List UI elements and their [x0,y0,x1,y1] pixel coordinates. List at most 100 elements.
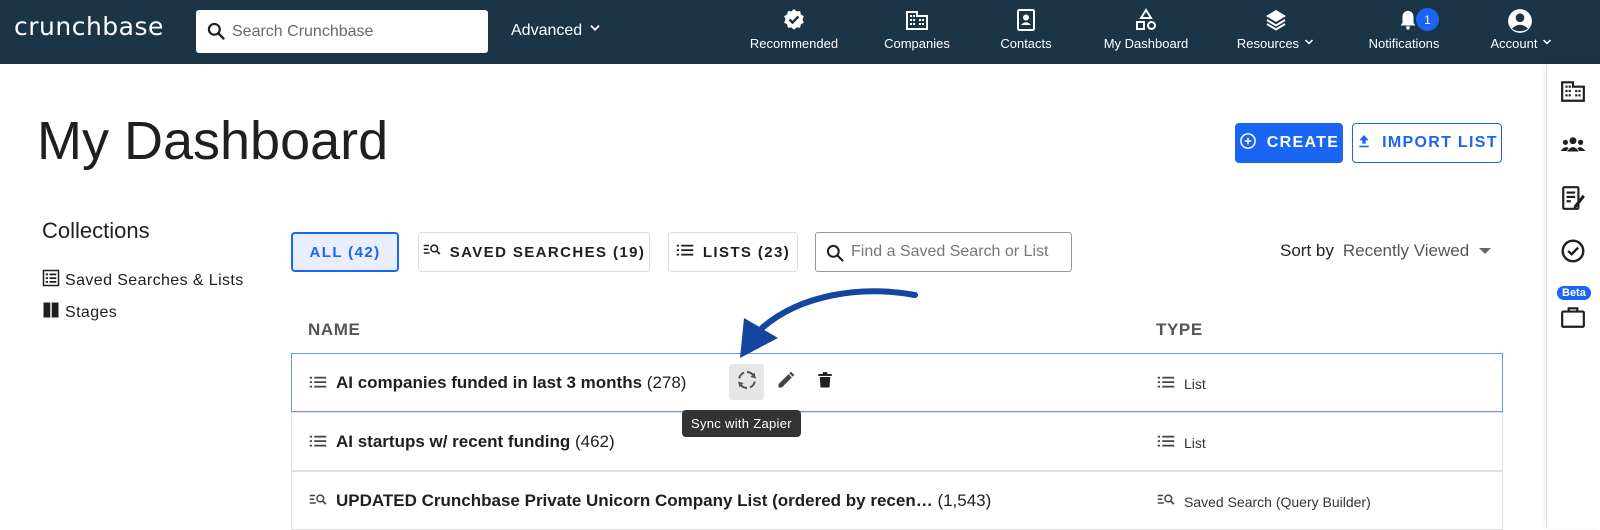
sync-zapier-tooltip: Sync with Zapier [682,410,801,437]
create-button[interactable]: CREATE [1235,123,1343,163]
check-circle-icon[interactable] [1560,238,1586,269]
global-search-input[interactable] [232,10,482,53]
people-group-icon[interactable] [1560,132,1586,163]
annotation-arrow [740,288,918,358]
nav-recommended[interactable]: Recommended [742,0,846,64]
list-icon [1157,434,1175,451]
nav-account-label: Account [1490,36,1538,51]
saved-search-icon [423,243,441,261]
crunchbase-logo[interactable]: crunchbase [14,12,164,41]
import-list-label: IMPORT LIST [1382,134,1498,151]
table-row[interactable]: UPDATED Crunchbase Private Unicorn Compa… [291,471,1503,530]
find-saved-search-field[interactable] [815,232,1072,272]
nav-contacts[interactable]: Contacts [990,0,1062,64]
nav-resources[interactable]: Resources [1228,0,1324,64]
filter-all[interactable]: ALL (42) [291,232,399,272]
sync-zapier-button[interactable] [729,364,764,400]
edit-note-icon[interactable] [1560,185,1586,216]
column-header-name[interactable]: NAME [308,320,360,340]
sort-by-control[interactable]: Sort by Recently Viewed [1280,241,1492,261]
sidebar-item-label: Saved Searches & Lists [65,271,244,289]
filter-lists[interactable]: LISTS (23) [668,232,798,272]
row-type-label: List [1184,375,1206,392]
right-rail: Beta [1546,64,1600,528]
row-count: (278) [646,373,687,392]
row-name[interactable]: AI startups w/ recent funding (462) [336,432,615,452]
nav-companies[interactable]: Companies [872,0,962,64]
nav-notifications-label: Notifications [1368,36,1440,51]
filter-saved-searches[interactable]: SAVED SEARCHES (19) [418,232,650,272]
nav-account[interactable]: Account [1480,0,1564,64]
row-count: (1,543) [937,491,992,510]
row-type-label: Saved Search (Query Builder) [1184,493,1371,510]
sort-by-label: Sort by [1280,241,1334,260]
nav-companies-label: Companies [884,36,950,51]
add-circle-icon [1239,132,1257,155]
nav-resources-label: Resources [1236,36,1300,51]
column-header-type[interactable]: TYPE [1156,320,1203,340]
beta-badge: Beta [1557,286,1591,300]
row-type-label: List [1184,434,1206,451]
building-icon[interactable] [1560,78,1586,109]
saved-search-icon [1157,493,1175,510]
sidebar-item-saved-searches-lists[interactable]: Saved Searches & Lists [42,269,244,292]
page-title: My Dashboard [37,111,389,171]
edit-button[interactable] [768,364,803,400]
row-actions [729,364,842,400]
list-icon [1157,375,1175,392]
delete-button[interactable] [807,364,842,400]
nav-recommended-label: Recommended [749,36,839,51]
nav-notifications[interactable]: 1 Notifications [1360,0,1448,64]
chevron-down-icon [1303,36,1315,51]
contact-card-icon [1014,8,1038,35]
nav-my-dashboard[interactable]: My Dashboard [1096,0,1196,64]
row-name[interactable]: AI companies funded in last 3 months (27… [336,373,686,393]
row-type: List [1157,434,1206,451]
import-list-button[interactable]: IMPORT LIST [1352,123,1502,163]
row-type: List [1157,375,1206,392]
shapes-icon [1134,8,1158,35]
row-title: AI companies funded in last 3 months [336,373,643,392]
saved-search-icon [309,493,327,512]
list-icon [309,434,327,453]
sidebar-item-label: Stages [65,303,118,321]
row-title: UPDATED Crunchbase Private Unicorn Compa… [336,491,933,510]
filter-lists-label: LISTS (23) [702,243,791,261]
advanced-search-dropdown[interactable]: Advanced [511,21,602,40]
list-icon [676,243,694,261]
nav-my-dashboard-label: My Dashboard [1103,36,1189,51]
create-label: CREATE [1266,134,1340,151]
chevron-down-icon [588,21,602,40]
notifications-count-badge: 1 [1416,8,1439,31]
list-icon [309,375,327,394]
chevron-down-icon [1541,36,1553,51]
search-icon [825,243,845,268]
find-saved-search-input[interactable] [851,233,1066,271]
filter-all-label: ALL (42) [309,243,381,261]
nav-contacts-label: Contacts [1000,36,1052,51]
columns-icon [42,301,60,324]
row-count: (462) [574,432,615,451]
filter-saved-searches-label: SAVED SEARCHES (19) [449,243,646,261]
layers-icon [1264,8,1288,35]
row-name[interactable]: UPDATED Crunchbase Private Unicorn Compa… [336,491,991,511]
list-box-icon [42,269,60,292]
sidebar-item-stages[interactable]: Stages [42,301,117,324]
global-search[interactable] [196,10,488,53]
building-icon [905,8,929,35]
row-title: AI startups w/ recent funding [336,432,571,451]
pencil-icon [776,370,796,395]
advanced-label: Advanced [511,21,583,39]
account-circle-icon [1507,8,1533,37]
verified-badge-icon [782,8,806,35]
sync-icon [735,368,759,397]
briefcase-icon[interactable] [1560,304,1586,335]
row-type: Saved Search (Query Builder) [1157,493,1371,510]
sort-by-value: Recently Viewed [1342,241,1470,260]
dropdown-arrow-icon [1478,241,1492,261]
table-row[interactable]: AI companies funded in last 3 months (27… [291,353,1503,412]
upload-icon [1356,133,1372,154]
collections-heading: Collections [42,218,150,243]
top-navigation-bar: crunchbase Advanced Recommended Companie… [0,0,1600,64]
table-row[interactable]: AI startups w/ recent funding (462) List [291,412,1503,471]
